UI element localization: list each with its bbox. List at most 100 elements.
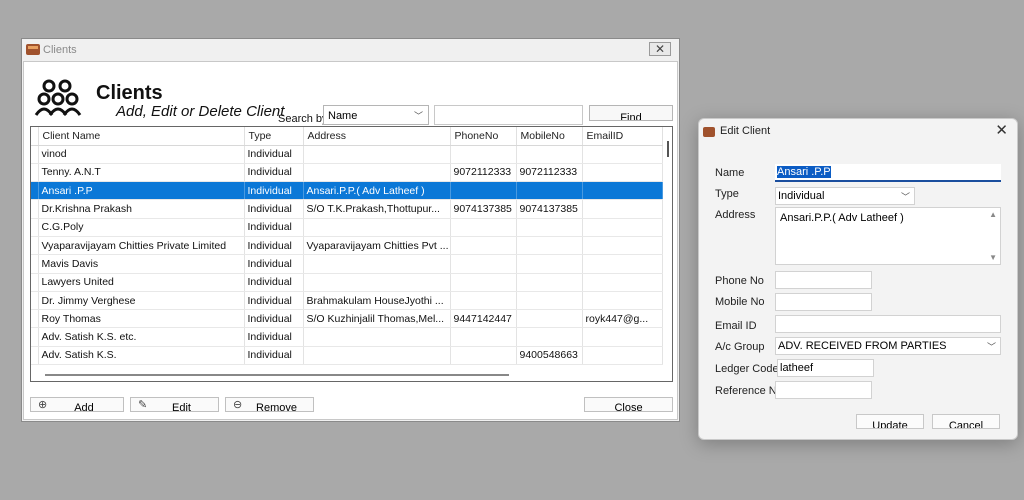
cell-client-name[interactable]: Ansari .P.P xyxy=(38,181,245,201)
cell-phone[interactable]: 9072112333 xyxy=(450,163,517,183)
cell-phone[interactable] xyxy=(450,218,517,237)
cell-email[interactable] xyxy=(582,254,663,274)
cell-address[interactable]: Brahmakulam HouseJyothi ... xyxy=(303,291,451,311)
cell-type[interactable]: Individual xyxy=(244,163,304,183)
close-button[interactable]: Close xyxy=(584,397,673,412)
cell-type[interactable]: Individual xyxy=(244,273,304,292)
cell-email[interactable] xyxy=(582,236,663,256)
ledger-code-field[interactable]: latheef xyxy=(777,359,874,377)
cell-mobile[interactable]: 9072112333 xyxy=(516,163,583,183)
cell-client-name[interactable]: Adv. Satish K.S. xyxy=(38,346,245,366)
cell-phone[interactable] xyxy=(450,145,517,164)
table-row[interactable]: Dr.Krishna Prakash Individual S/O T.K.Prak… xyxy=(31,199,663,219)
scroll-down-icon[interactable]: ▼ xyxy=(989,253,997,262)
column-header-phone[interactable]: PhoneNo xyxy=(450,127,517,146)
column-header-address[interactable]: Address xyxy=(303,127,451,146)
row-header[interactable] xyxy=(31,163,39,183)
row-header[interactable] xyxy=(31,346,39,366)
cell-phone[interactable]: 9074137385 xyxy=(450,199,517,219)
cell-mobile[interactable] xyxy=(516,291,583,311)
cell-client-name[interactable]: Mavis Davis xyxy=(38,254,245,274)
cell-type[interactable]: Individual xyxy=(244,218,304,237)
cell-address[interactable]: Vyaparavijayam Chitties Pvt ... xyxy=(303,236,451,256)
table-row[interactable]: Ansari .P.P Individual Ansari.P.P.( Adv La… xyxy=(31,181,663,201)
cell-client-name[interactable]: Tenny. A.N.T xyxy=(38,163,245,183)
cell-phone[interactable] xyxy=(450,254,517,274)
cell-client-name[interactable]: Dr. Jimmy Verghese xyxy=(38,291,245,311)
cell-type[interactable]: Individual xyxy=(244,309,304,329)
table-row[interactable]: Dr. Jimmy Verghese Individual Brahmakulam … xyxy=(31,291,663,311)
row-header[interactable] xyxy=(31,145,39,164)
clients-table[interactable]: Client Name Type Address PhoneNo MobileN… xyxy=(30,126,673,382)
cell-mobile[interactable] xyxy=(516,218,583,237)
remove-button[interactable]: ⊖ Remove xyxy=(225,397,314,412)
cell-mobile[interactable]: 9074137385 xyxy=(516,199,583,219)
cell-mobile[interactable] xyxy=(516,327,583,347)
cell-email[interactable] xyxy=(582,218,663,237)
close-window-button[interactable]: ✕ xyxy=(649,42,671,56)
cell-mobile[interactable]: 9400548663 xyxy=(516,346,583,366)
cell-address[interactable]: S/O T.K.Prakash,Thottupur... xyxy=(303,199,451,219)
row-header[interactable] xyxy=(31,327,39,347)
table-row[interactable]: Vyaparavijayam Chitties Private Limited I… xyxy=(31,236,663,256)
column-header-email[interactable]: EmailID xyxy=(582,127,663,146)
cell-mobile[interactable] xyxy=(516,309,583,329)
scroll-thumb[interactable] xyxy=(667,141,669,157)
cell-phone[interactable]: 9447142447 xyxy=(450,309,517,329)
cell-address[interactable]: S/O Kuzhinjalil Thomas,Mel... xyxy=(303,309,451,329)
row-header[interactable] xyxy=(31,199,39,219)
table-row[interactable]: Adv. Satish K.S. etc. Individual xyxy=(31,327,663,347)
table-row[interactable]: vinod Individual xyxy=(31,145,663,164)
cell-email[interactable] xyxy=(582,145,663,164)
search-input[interactable] xyxy=(434,105,583,125)
scroll-up-icon[interactable]: ▲ xyxy=(989,210,997,219)
close-icon[interactable]: ✕ xyxy=(995,121,1008,139)
cell-address[interactable] xyxy=(303,163,451,183)
column-header-client-name[interactable]: Client Name xyxy=(38,127,245,146)
address-field[interactable]: Ansari.P.P.( Adv Latheef ) ▲ ▼ xyxy=(775,207,1001,265)
cell-address[interactable] xyxy=(303,145,451,164)
cell-email[interactable] xyxy=(582,273,663,292)
cell-email[interactable] xyxy=(582,346,663,366)
cell-email[interactable] xyxy=(582,199,663,219)
find-button[interactable]: Find xyxy=(589,105,673,121)
mobile-field[interactable] xyxy=(775,293,872,311)
cell-mobile[interactable] xyxy=(516,273,583,292)
row-header[interactable] xyxy=(31,273,39,292)
cell-mobile[interactable] xyxy=(516,145,583,164)
row-header[interactable] xyxy=(31,236,39,256)
cell-type[interactable]: Individual xyxy=(244,236,304,256)
cell-email[interactable] xyxy=(582,181,663,201)
cell-address[interactable] xyxy=(303,273,451,292)
cell-client-name[interactable]: Roy Thomas xyxy=(38,309,245,329)
table-row[interactable]: Roy Thomas Individual S/O Kuzhinjalil Thom… xyxy=(31,309,663,329)
cell-type[interactable]: Individual xyxy=(244,199,304,219)
update-button[interactable]: Update xyxy=(856,414,924,429)
phone-field[interactable] xyxy=(775,271,872,289)
acgroup-select[interactable]: ADV. RECEIVED FROM PARTIES ﹀ xyxy=(775,337,1001,355)
horizontal-scrollbar[interactable] xyxy=(31,371,672,381)
cell-phone[interactable] xyxy=(450,327,517,347)
cell-address[interactable]: Ansari.P.P.( Adv Latheef ) xyxy=(303,181,451,201)
cell-client-name[interactable]: Lawyers United xyxy=(38,273,245,292)
table-row[interactable]: Lawyers United Individual xyxy=(31,273,663,292)
cell-email[interactable]: royk447@g... xyxy=(582,309,663,329)
name-field[interactable]: Ansari .P.P xyxy=(775,164,1001,182)
row-header[interactable] xyxy=(31,181,39,201)
cell-email[interactable] xyxy=(582,163,663,183)
edit-button[interactable]: ✎ Edit xyxy=(130,397,219,412)
cancel-button[interactable]: Cancel xyxy=(932,414,1000,429)
cell-type[interactable]: Individual xyxy=(244,145,304,164)
search-by-select[interactable]: Name ﹀ xyxy=(323,105,429,125)
cell-type[interactable]: Individual xyxy=(244,254,304,274)
table-row[interactable]: C.G.Poly Individual xyxy=(31,218,663,237)
cell-phone[interactable] xyxy=(450,273,517,292)
column-header-type[interactable]: Type xyxy=(244,127,304,146)
cell-type[interactable]: Individual xyxy=(244,181,304,201)
row-header[interactable] xyxy=(31,254,39,274)
type-select[interactable]: Individual ﹀ xyxy=(775,187,915,205)
cell-client-name[interactable]: Vyaparavijayam Chitties Private Limited xyxy=(38,236,245,256)
scroll-thumb[interactable] xyxy=(45,374,509,376)
vertical-scrollbar[interactable] xyxy=(664,127,672,381)
cell-client-name[interactable]: vinod xyxy=(38,145,245,164)
